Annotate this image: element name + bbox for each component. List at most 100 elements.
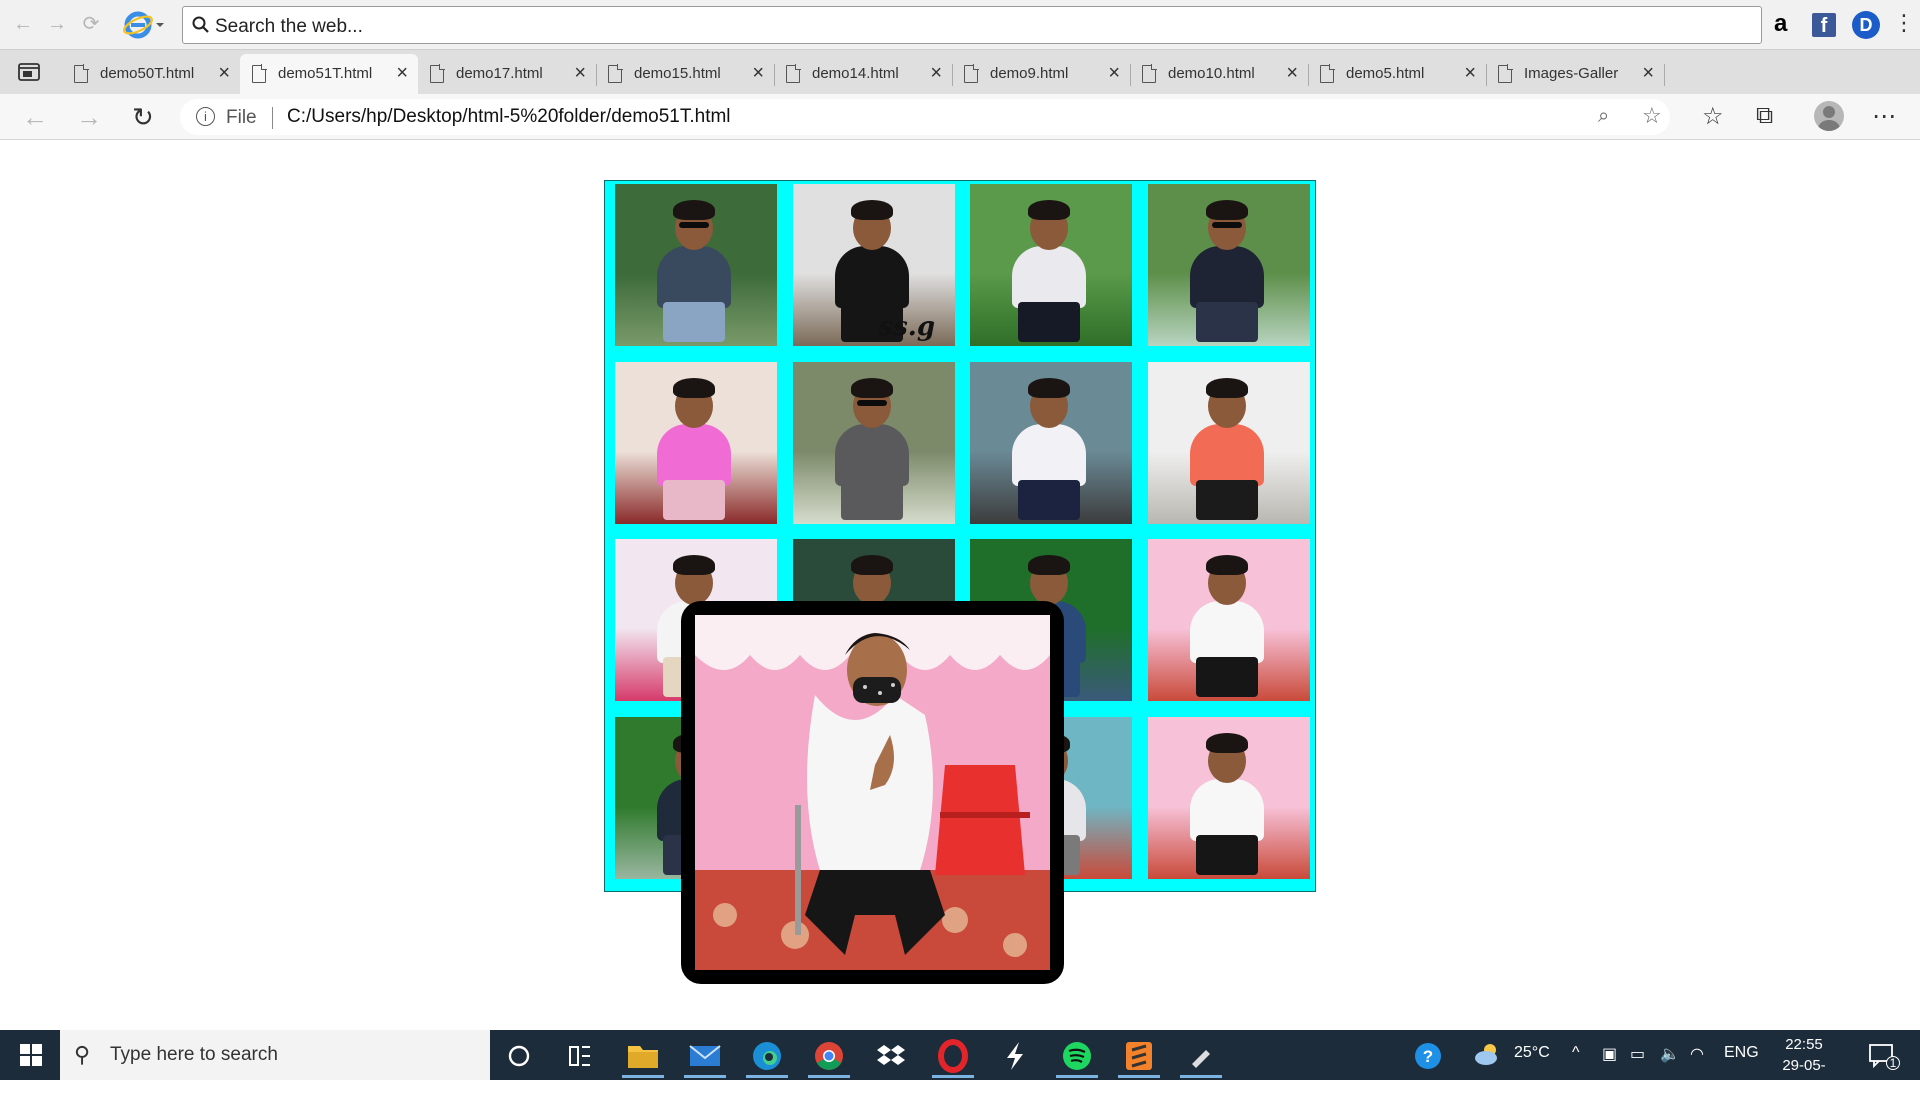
device-icon[interactable]: ▣ [1602, 1044, 1617, 1064]
profile-avatar[interactable] [1814, 101, 1844, 131]
forward-arrow-icon[interactable]: → [46, 13, 68, 35]
mail-icon[interactable] [682, 1036, 728, 1078]
forward-icon[interactable]: → [76, 102, 102, 133]
gallery-photo[interactable] [615, 184, 777, 346]
close-tab-icon[interactable]: × [218, 62, 230, 85]
windows-start-icon[interactable] [20, 1044, 42, 1066]
photo-figure-legs [1195, 657, 1258, 697]
photo-figure-hair [1028, 555, 1070, 575]
close-tab-icon[interactable]: × [1642, 62, 1654, 85]
web-search-box[interactable]: Search the web... [182, 6, 1762, 44]
help-icon[interactable]: ? [1414, 1042, 1442, 1075]
browser-tab[interactable]: demo5.html × [1308, 54, 1487, 94]
document-icon [786, 64, 801, 83]
facebook-icon[interactable]: f [1812, 13, 1836, 37]
document-icon [1498, 64, 1513, 83]
gallery-photo[interactable] [792, 361, 955, 524]
clock-time: 22:55 [1785, 1036, 1823, 1053]
sublime-text-icon[interactable] [1116, 1036, 1162, 1078]
task-view-icon[interactable] [556, 1036, 602, 1076]
more-menu-icon[interactable]: ⋯ [1872, 102, 1896, 131]
pen-tool-icon[interactable] [1178, 1036, 1224, 1078]
favorites-icon[interactable]: ☆ [1702, 102, 1724, 131]
notification-count: 1 [1886, 1056, 1900, 1070]
edge-icon[interactable] [744, 1036, 790, 1078]
photo-figure-legs [840, 479, 903, 520]
browser-tab[interactable]: demo15.html × [596, 54, 775, 94]
d-extension-icon[interactable]: D [1852, 11, 1880, 39]
sunglasses-icon [679, 222, 709, 228]
address-field[interactable]: i File C:/Users/hp/Desktop/html-5%20fold… [180, 99, 1670, 135]
zoom-icon[interactable]: ⌕ [1598, 105, 1609, 128]
browser-tab[interactable]: demo9.html × [952, 54, 1131, 94]
enlarged-photo[interactable] [695, 615, 1050, 970]
show-hidden-icons[interactable]: ^ [1572, 1044, 1580, 1062]
enlarged-photo-frame[interactable] [681, 601, 1064, 984]
browser-tab[interactable]: Images-Galler × [1486, 54, 1665, 94]
volume-icon[interactable]: 🔈 [1660, 1044, 1680, 1064]
photo-figure-hair [850, 377, 893, 398]
svg-text:?: ? [1423, 1047, 1433, 1066]
scheme-label: File [226, 107, 257, 128]
back-icon[interactable]: ← [22, 102, 48, 133]
reload-icon[interactable]: ↻ [132, 102, 154, 133]
close-tab-icon[interactable]: × [1286, 62, 1298, 85]
amazon-icon[interactable]: a [1774, 10, 1787, 40]
wifi-icon[interactable]: ◠ [1690, 1044, 1704, 1064]
web-search-placeholder: Search the web... [215, 16, 363, 37]
dropbox-icon[interactable] [868, 1036, 914, 1076]
close-tab-icon[interactable]: × [574, 62, 586, 85]
gallery-photo[interactable] [615, 361, 777, 524]
clock[interactable]: 22:55 29-05-2021 [1768, 1034, 1840, 1097]
chrome-icon[interactable] [806, 1036, 852, 1078]
weather-icon[interactable] [1474, 1042, 1502, 1073]
file-explorer-icon[interactable] [620, 1036, 666, 1078]
internet-explorer-icon[interactable] [123, 9, 165, 41]
info-icon[interactable]: i [196, 107, 215, 126]
tab-separator [1664, 64, 1665, 86]
photo-figure-legs [663, 302, 725, 342]
taskbar-search[interactable]: ⚲ Type here to search [60, 1030, 490, 1080]
photo-figure-body [834, 423, 909, 486]
collections-icon[interactable]: ⧉ [1756, 102, 1773, 130]
tab-actions-icon[interactable] [18, 62, 40, 82]
winamp-icon[interactable] [992, 1036, 1038, 1076]
cortana-icon[interactable] [496, 1036, 542, 1076]
browser-tab[interactable]: demo10.html × [1130, 54, 1309, 94]
add-favorite-icon[interactable]: ☆ [1642, 103, 1662, 129]
browser-tab[interactable]: demo51T.html × [240, 54, 418, 94]
gallery-photo[interactable] [1147, 716, 1310, 879]
close-tab-icon[interactable]: × [930, 62, 942, 85]
photo-figure-legs [663, 479, 725, 520]
close-tab-icon[interactable]: × [1108, 62, 1120, 85]
spotify-icon[interactable] [1054, 1036, 1100, 1078]
browser-tab[interactable]: demo17.html × [418, 54, 597, 94]
gallery-photo[interactable] [970, 184, 1132, 346]
document-icon [74, 64, 89, 83]
photo-figure-body [1012, 423, 1086, 486]
weather-temperature[interactable]: 25°C [1514, 1044, 1550, 1062]
back-arrow-icon[interactable]: ← [12, 13, 34, 35]
gallery-photo[interactable] [1147, 184, 1310, 346]
browser-tab[interactable]: demo50T.html × [62, 54, 241, 94]
opera-icon[interactable] [930, 1036, 976, 1078]
browser-tab[interactable]: demo14.html × [774, 54, 953, 94]
toolbar-menu-icon[interactable]: ⋮ [1893, 10, 1915, 40]
language-indicator[interactable]: ENG [1724, 1044, 1759, 1062]
photo-figure-hair [673, 377, 715, 398]
tab-label: demo9.html [990, 65, 1069, 82]
close-tab-icon[interactable]: × [396, 62, 408, 85]
photo-figure-hair [673, 555, 715, 575]
close-tab-icon[interactable]: × [752, 62, 764, 85]
battery-icon[interactable]: ▭ [1630, 1044, 1645, 1064]
gallery-photo[interactable]: ss.g [792, 184, 955, 346]
gallery-photo[interactable] [1147, 361, 1310, 524]
sunglasses-icon [1211, 222, 1242, 228]
refresh-icon[interactable]: ⟳ [80, 13, 102, 35]
url-text[interactable]: C:/Users/hp/Desktop/html-5%20folder/demo… [287, 106, 731, 128]
gallery-photo[interactable] [970, 361, 1132, 524]
gallery-photo[interactable] [1147, 539, 1310, 701]
document-icon [608, 64, 623, 83]
taskbar-search-icon: ⚲ [74, 1042, 91, 1067]
close-tab-icon[interactable]: × [1464, 62, 1476, 85]
